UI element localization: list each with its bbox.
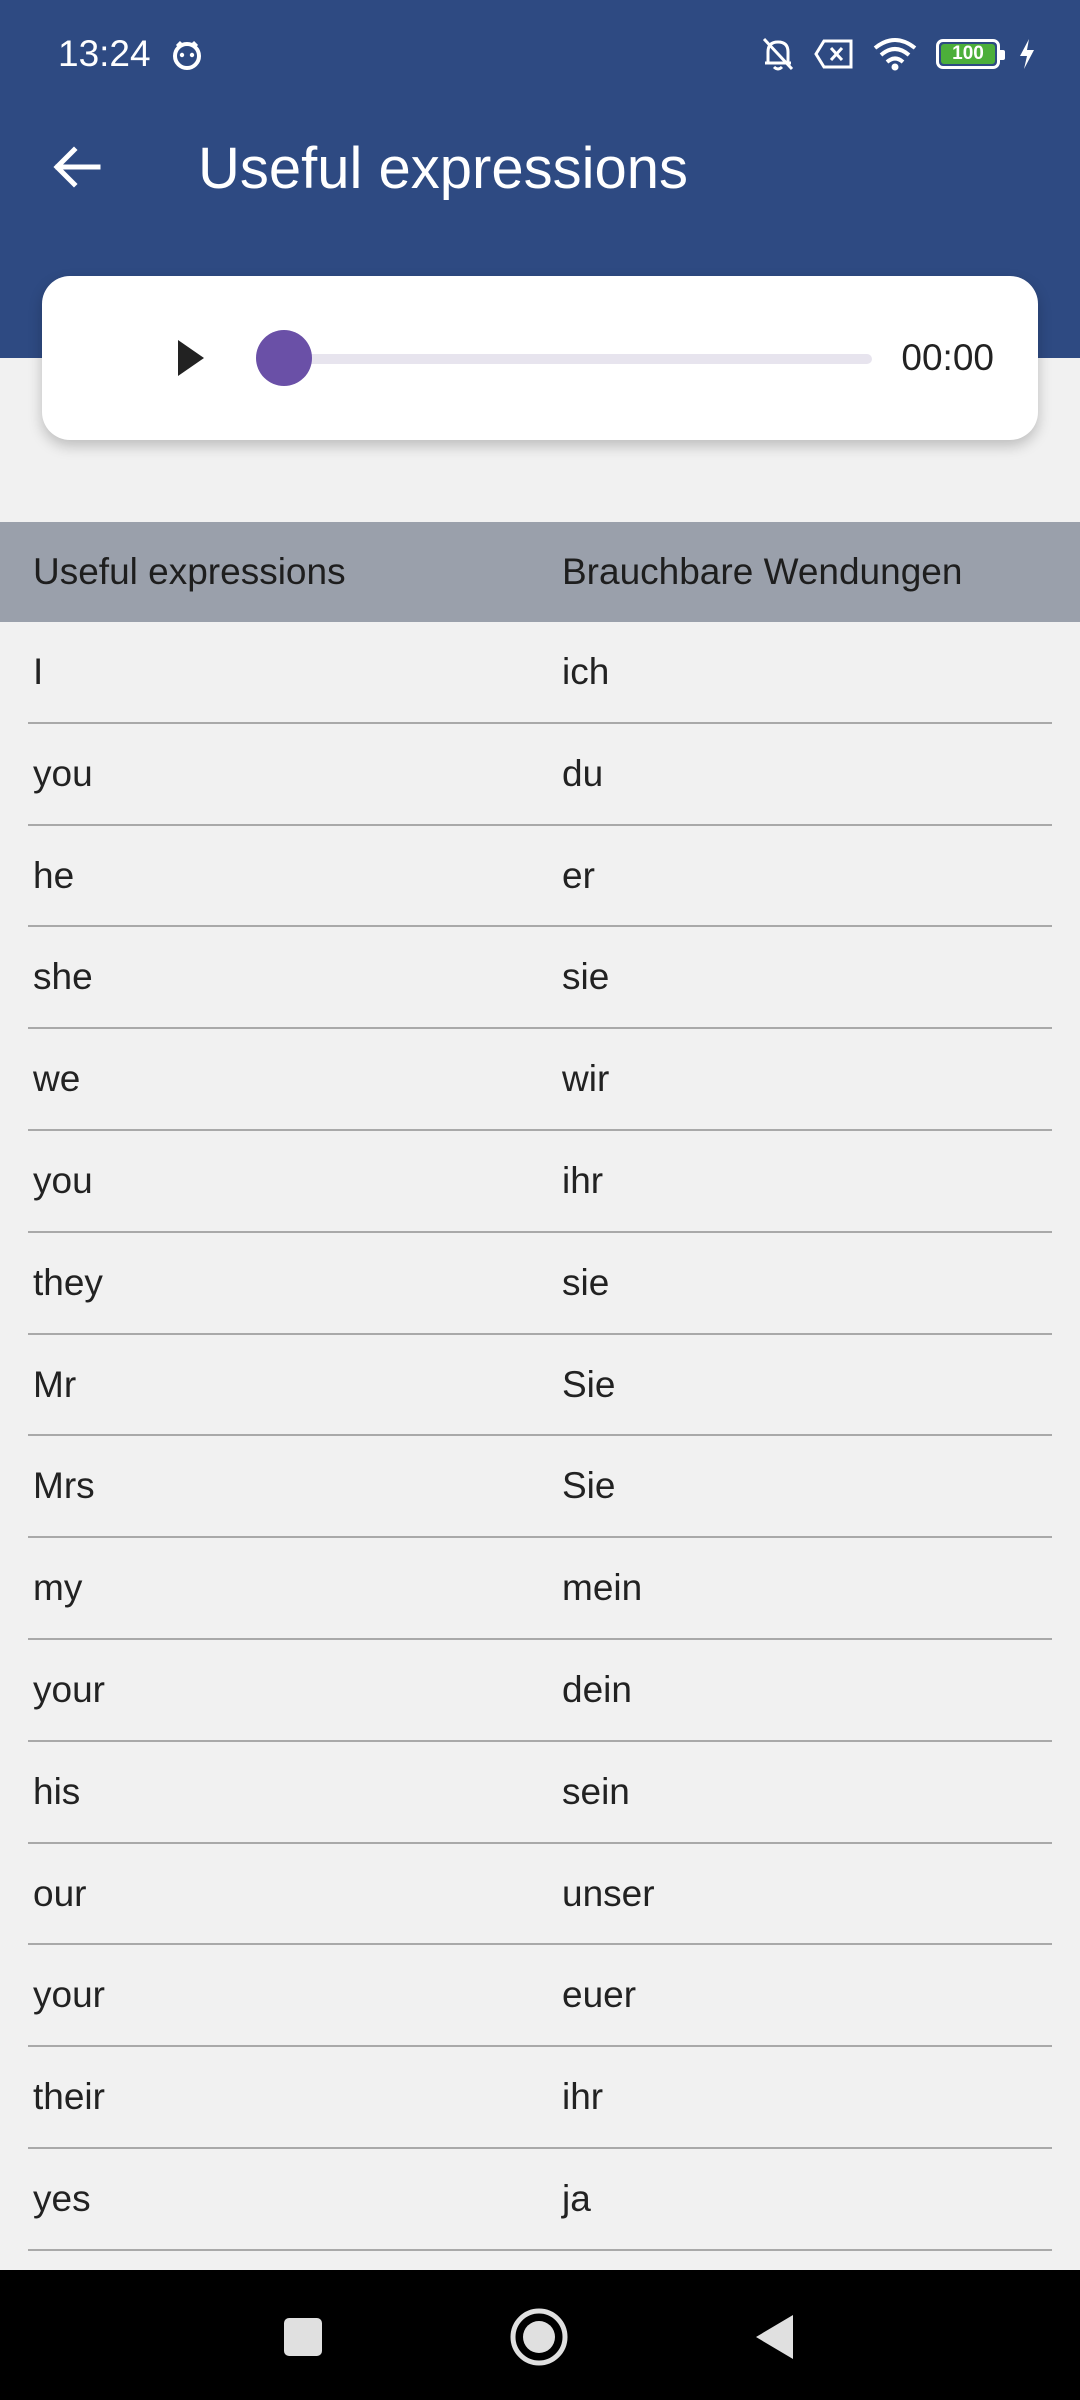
status-icons: 100 <box>760 34 1036 74</box>
table-row: we wir <box>28 1029 1052 1131</box>
status-time: 13:24 <box>58 33 151 74</box>
german-cell: sie <box>562 1261 610 1303</box>
english-cell: they <box>33 1261 103 1303</box>
table-row: Mr Sie <box>28 1335 1052 1437</box>
table-row: their ihr <box>28 2047 1052 2149</box>
table-row: our unser <box>28 1844 1052 1946</box>
english-cell: he <box>33 854 75 896</box>
german-cell: ich <box>562 651 610 692</box>
table-row: yes ja <box>28 2149 1052 2251</box>
german-cell: sein <box>562 1770 630 1812</box>
english-cell: we <box>33 1058 81 1100</box>
recents-icon <box>284 2318 322 2356</box>
table-row: you ihr <box>28 1131 1052 1233</box>
german-cell: ihr <box>562 1159 604 1201</box>
english-cell: she <box>33 956 93 998</box>
german-cell: euer <box>562 1974 637 2016</box>
header-english: Useful expressions <box>33 551 346 592</box>
table-row: your dein <box>28 1640 1052 1742</box>
home-icon <box>510 2308 568 2366</box>
home-button[interactable] <box>502 2300 576 2374</box>
english-cell: my <box>33 1567 83 1609</box>
english-cell: you <box>33 752 93 794</box>
german-cell: wir <box>562 1058 610 1100</box>
table-row: you du <box>28 724 1052 826</box>
vocabulary-table: Useful expressions Brauchbare Wendungen … <box>0 522 1080 2251</box>
battery-icon: 100 <box>936 39 1005 69</box>
status-bar: 13:24 100 <box>0 0 1080 108</box>
english-cell: their <box>33 2076 105 2118</box>
table-row: they sie <box>28 1233 1052 1335</box>
nav-back-button[interactable] <box>738 2300 812 2374</box>
german-cell: er <box>562 854 595 896</box>
back-icon <box>756 2315 793 2359</box>
back-button[interactable] <box>40 130 114 204</box>
table-body: Iich you du he er she sie we wir you ihr they sie Mr S… <box>0 622 1080 2251</box>
english-cell: I <box>33 651 44 692</box>
german-cell: dein <box>562 1668 632 1710</box>
table-row: your euer <box>28 1945 1052 2048</box>
bell-off-icon <box>762 37 794 71</box>
play-button[interactable] <box>152 320 212 396</box>
german-cell: sie <box>562 956 610 998</box>
german-cell: ihr <box>562 2076 604 2118</box>
recents-button[interactable] <box>266 2300 340 2374</box>
german-cell: unser <box>562 1872 655 1914</box>
navigation-bar <box>0 2270 1080 2400</box>
english-cell: your <box>33 1974 105 2016</box>
german-cell: mein <box>562 1567 643 1609</box>
battery-level: 100 <box>941 43 995 64</box>
table-row: Mrs Sie <box>28 1436 1052 1539</box>
german-cell: du <box>562 752 604 794</box>
table-row: his sein <box>28 1742 1052 1844</box>
charging-icon <box>1020 39 1034 69</box>
progress-track[interactable] <box>282 354 872 364</box>
sim-off-icon <box>814 39 853 69</box>
table-row: she sie <box>28 927 1052 1030</box>
english-cell: Mrs <box>33 1465 95 1507</box>
audio-player: 00:00 <box>42 276 1038 440</box>
table-row: my mein <box>28 1538 1052 1640</box>
progress-thumb[interactable] <box>256 330 312 386</box>
play-icon <box>178 340 204 376</box>
english-cell: our <box>33 1872 87 1914</box>
german-cell: Sie <box>562 1465 616 1507</box>
german-cell: Sie <box>562 1363 616 1405</box>
english-cell: Mr <box>33 1363 77 1405</box>
table-row: Iich <box>28 622 1052 724</box>
english-cell: yes <box>33 2177 91 2219</box>
face-icon <box>173 40 201 70</box>
english-cell: you <box>33 1159 93 1201</box>
header-german: Brauchbare Wendungen <box>562 551 963 592</box>
page-title: Useful expressions <box>198 136 688 201</box>
table-header: Useful expressions Brauchbare Wendungen <box>0 522 1080 622</box>
table-row: he er <box>28 826 1052 928</box>
arrow-back-icon <box>53 146 101 188</box>
english-cell: his <box>33 1770 81 1812</box>
wifi-icon <box>873 38 917 71</box>
playback-time: 00:00 <box>901 337 994 378</box>
english-cell: your <box>33 1668 105 1710</box>
german-cell: ja <box>562 2177 591 2219</box>
